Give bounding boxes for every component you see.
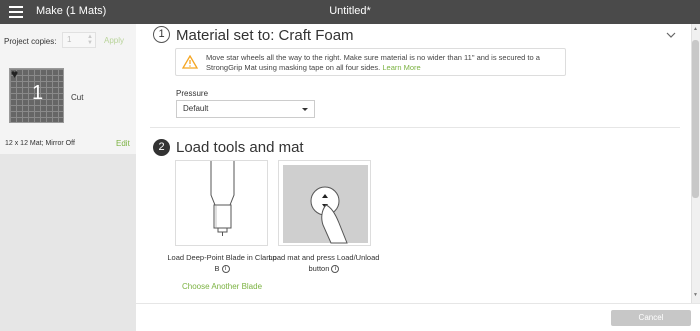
choose-another-blade-link[interactable]: Choose Another Blade bbox=[166, 282, 278, 291]
deep-point-blade-icon bbox=[210, 161, 235, 236]
blade-caption: Load Deep-Point Blade in Clamp B i bbox=[166, 252, 278, 274]
scroll-down-icon[interactable]: ▼ bbox=[693, 292, 698, 298]
apply-button[interactable]: Apply bbox=[104, 36, 124, 45]
scroll-up-icon[interactable]: ▲ bbox=[693, 26, 698, 32]
pressure-value: Default bbox=[183, 104, 209, 113]
document-title: Untitled* bbox=[329, 5, 371, 17]
left-panel: Project copies: 1 ▲ ▼ Apply ♥ 1 Cut 12 x … bbox=[0, 24, 136, 331]
load-tools-title: Load tools and mat bbox=[176, 139, 304, 156]
heart-icon: ♥ bbox=[11, 67, 19, 81]
mat-thumbnail[interactable]: ♥ 1 bbox=[9, 67, 64, 123]
copies-stepper[interactable]: ▲ ▼ bbox=[87, 34, 93, 46]
copies-input[interactable]: 1 ▲ ▼ bbox=[62, 32, 96, 48]
pressure-select[interactable]: Default bbox=[176, 100, 315, 118]
info-icon[interactable]: i bbox=[221, 265, 230, 274]
material-warning: Move star wheels all the way to the righ… bbox=[175, 48, 566, 76]
warning-message: Move star wheels all the way to the righ… bbox=[206, 53, 540, 72]
blade-card bbox=[175, 160, 268, 246]
copies-value: 1 bbox=[67, 35, 72, 44]
step-1-badge: 1 bbox=[153, 26, 170, 43]
cancel-button[interactable]: Cancel bbox=[611, 310, 691, 326]
scrollbar-thumb[interactable] bbox=[692, 40, 699, 198]
mat-list: Project copies: 1 ▲ ▼ Apply ♥ 1 Cut 12 x … bbox=[0, 24, 136, 154]
top-bar: Make (1 Mats) Untitled* bbox=[0, 0, 700, 24]
section-divider bbox=[150, 127, 680, 128]
warning-icon bbox=[182, 55, 198, 69]
material-title: Material set to: Craft Foam bbox=[176, 27, 354, 44]
info-icon[interactable]: i bbox=[331, 265, 340, 274]
warning-text: Move star wheels all the way to the righ… bbox=[206, 53, 564, 73]
press-button-icon bbox=[283, 165, 368, 244]
load-mat-caption-text: Load mat and press Load/Unload button bbox=[268, 253, 380, 273]
mat-number: 1 bbox=[31, 82, 44, 104]
load-mat-caption: Load mat and press Load/Unload button i bbox=[268, 252, 380, 274]
load-mat-card bbox=[278, 160, 371, 246]
mat-info: 12 x 12 Mat; Mirror Off bbox=[5, 140, 75, 147]
copies-label: Project copies: bbox=[4, 37, 57, 46]
mat-operation-label: Cut bbox=[71, 93, 84, 102]
step-2-badge: 2 bbox=[153, 139, 170, 156]
learn-more-link[interactable]: Learn More bbox=[382, 63, 420, 72]
caret-down-icon bbox=[302, 108, 308, 111]
pressure-label: Pressure bbox=[176, 89, 209, 98]
edit-mat-link[interactable]: Edit bbox=[116, 139, 130, 148]
chevron-down-icon[interactable] bbox=[666, 30, 676, 40]
